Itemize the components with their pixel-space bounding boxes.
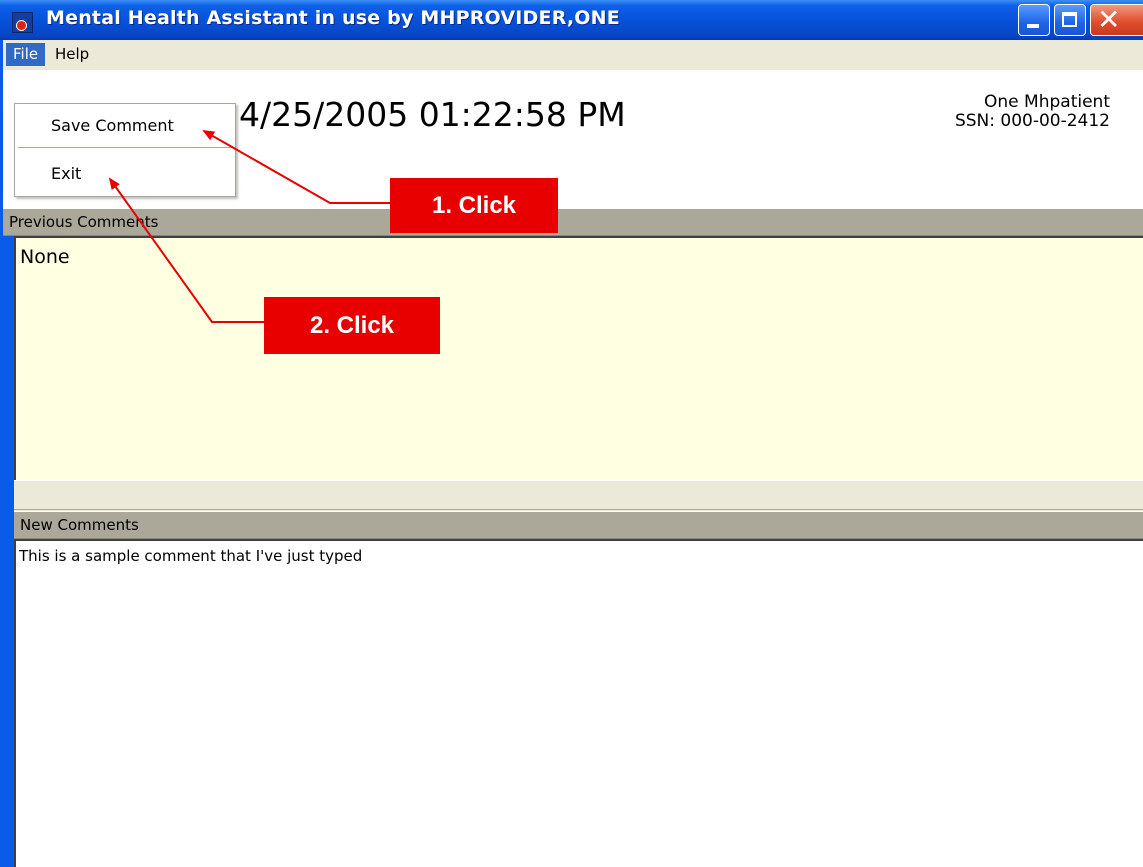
new-comments-text: This is a sample comment that I've just …	[19, 547, 363, 565]
previous-comments-header: Previous Comments	[3, 208, 1143, 236]
minimize-icon	[1027, 24, 1039, 28]
file-menu-dropdown: Save Comment Exit	[14, 103, 236, 197]
window-title: Mental Health Assistant in use by MHPROV…	[46, 7, 620, 29]
exit-menu-item[interactable]: Exit	[15, 159, 235, 189]
title-bar[interactable]: Mental Health Assistant in use by MHPROV…	[0, 0, 1143, 40]
previous-comments-text: None	[20, 246, 70, 268]
save-comment-menu-item[interactable]: Save Comment	[15, 111, 235, 141]
patient-name: One Mhpatient	[984, 92, 1110, 112]
maximize-icon	[1062, 12, 1077, 27]
new-comments-label: New Comments	[20, 516, 139, 534]
new-comments-header: New Comments	[14, 511, 1143, 539]
menu-help[interactable]: Help	[48, 43, 96, 66]
minimize-button[interactable]	[1018, 4, 1050, 36]
close-button[interactable]: ✕	[1090, 3, 1143, 36]
callout-step-2: 2. Click	[264, 297, 440, 354]
left-edge	[3, 236, 14, 867]
patient-ssn: SSN: 000-00-2412	[954, 111, 1110, 131]
previous-comments-box[interactable]: None	[14, 236, 1143, 480]
session-datetime: 4/25/2005 01:22:58 PM	[239, 95, 626, 134]
maximize-button[interactable]	[1054, 4, 1086, 36]
callout-step-1: 1. Click	[390, 178, 558, 233]
new-comments-textarea[interactable]: This is a sample comment that I've just …	[14, 539, 1143, 867]
pane-splitter[interactable]	[14, 480, 1143, 510]
menu-separator	[18, 147, 232, 148]
app-icon	[12, 12, 33, 33]
previous-comments-label: Previous Comments	[9, 213, 159, 231]
menu-file[interactable]: File	[6, 43, 46, 66]
menu-bar: File Help	[3, 40, 1143, 70]
close-icon: ✕	[1097, 3, 1121, 36]
